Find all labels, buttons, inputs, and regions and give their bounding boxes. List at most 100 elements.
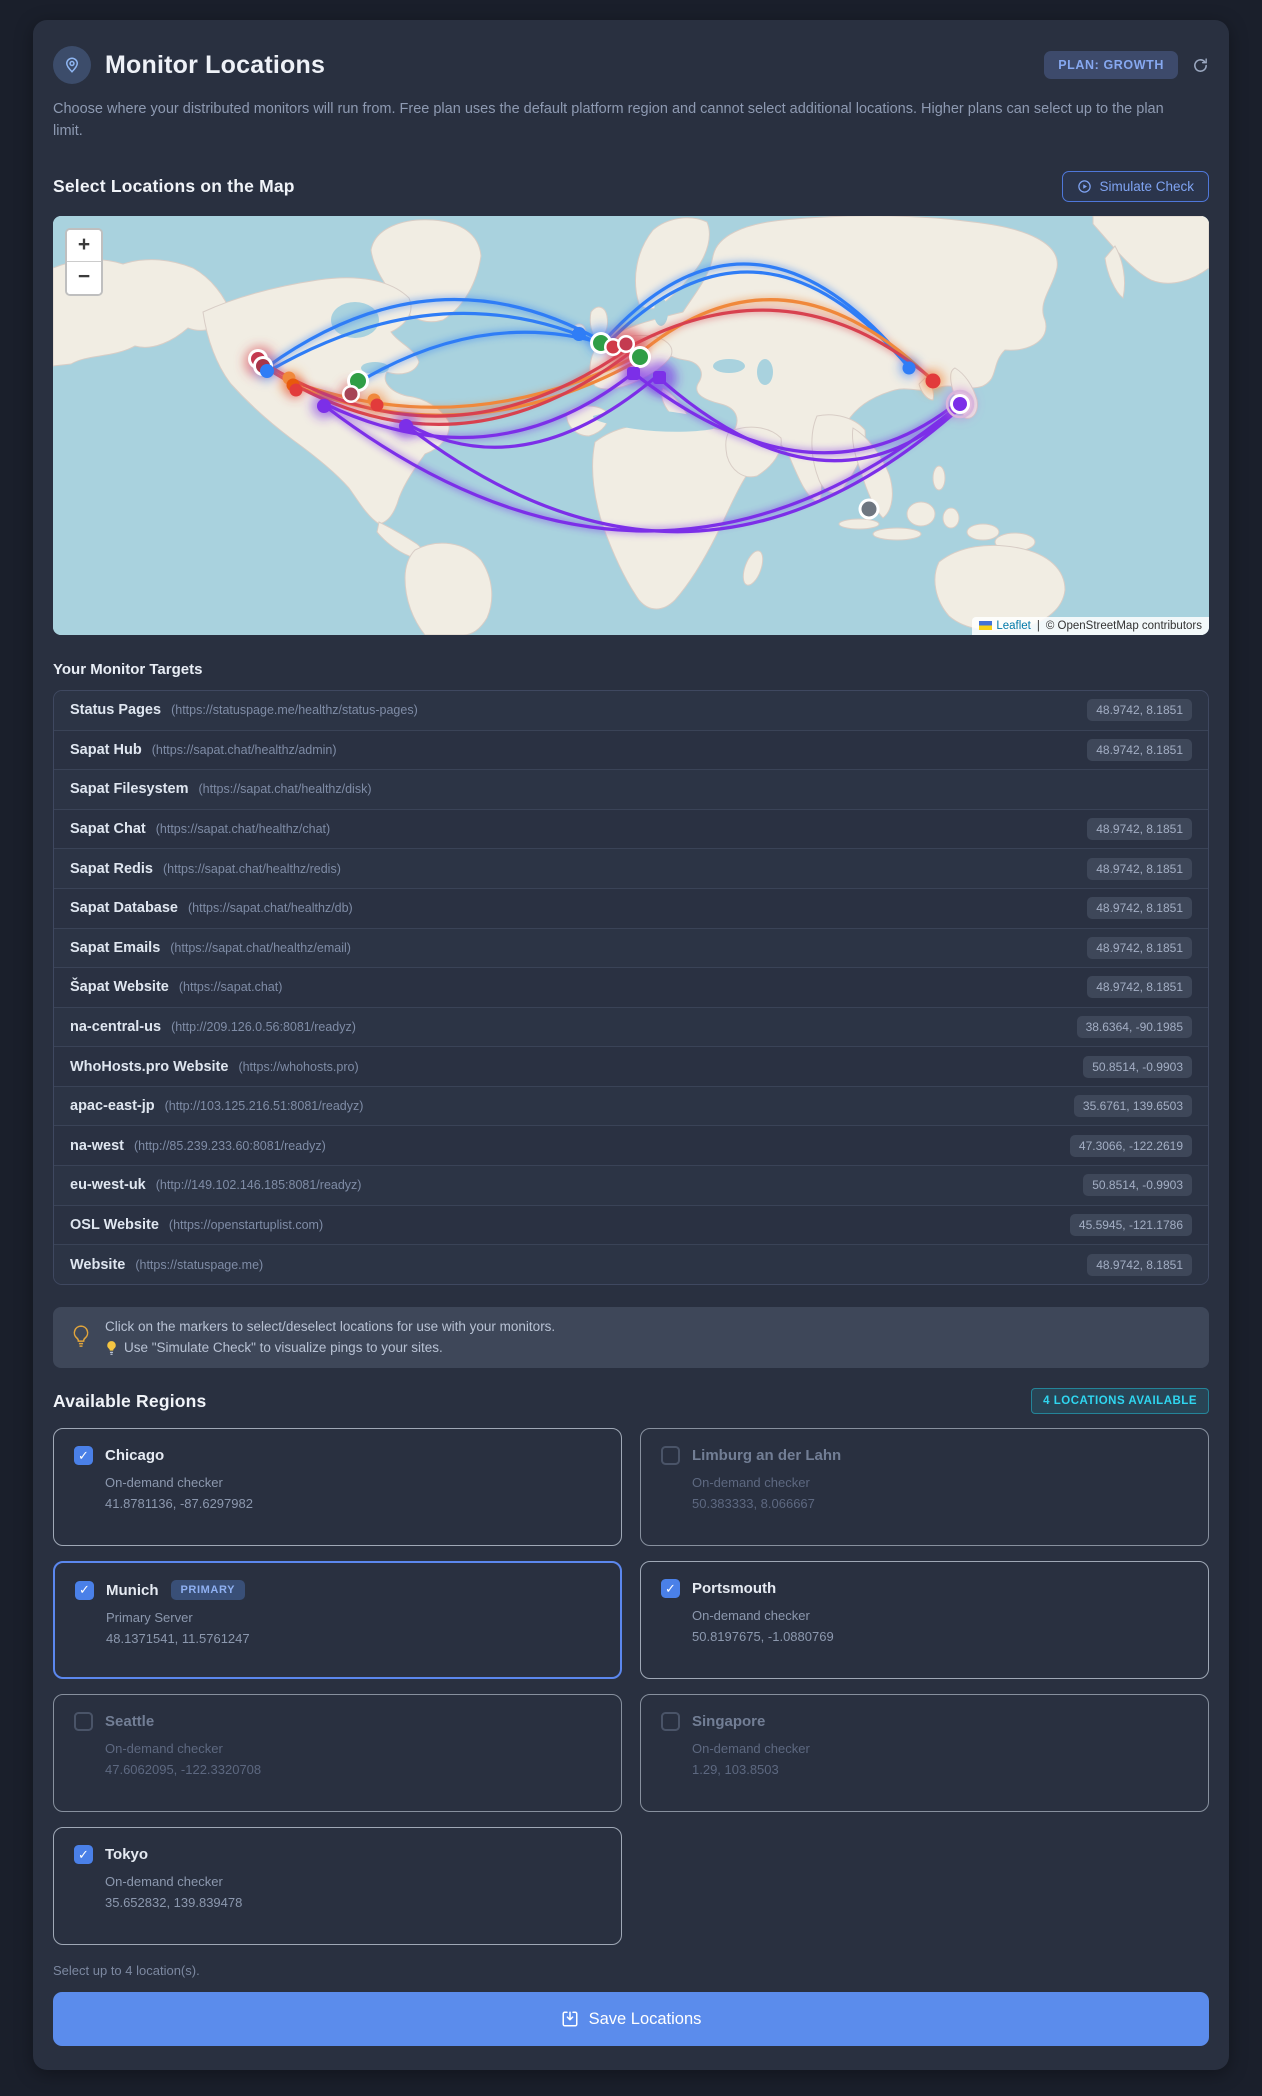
check-icon: ✓ xyxy=(79,1582,90,1598)
marker-dot-red-us1[interactable] xyxy=(289,383,303,397)
target-url: (https://statuspage.me/healthz/status-pa… xyxy=(171,703,418,718)
map-zoom-control: + − xyxy=(65,227,103,296)
target-url: (https://sapat.chat/healthz/chat) xyxy=(155,822,331,837)
target-coords-badge: 48.9742, 8.1851 xyxy=(1087,976,1192,999)
target-url: (https://sapat.chat/healthz/redis) xyxy=(163,861,341,876)
save-locations-button[interactable]: Save Locations xyxy=(53,1992,1209,2047)
check-icon: ✓ xyxy=(665,1580,676,1596)
target-name: na-central-us xyxy=(70,1018,162,1035)
region-card-tokyo[interactable]: ✓ Tokyo On-demand checker 35.652832, 139.… xyxy=(53,1827,622,1946)
target-coords-badge: 48.9742, 8.1851 xyxy=(1087,936,1192,959)
target-name: eu-west-uk xyxy=(70,1177,146,1194)
target-url: (http://103.125.216.51:8081/readyz) xyxy=(164,1099,364,1114)
target-name: apac-east-jp xyxy=(70,1098,155,1115)
table-row: WhoHosts.pro Website (https://whohosts.pr… xyxy=(54,1047,1208,1087)
target-url: (https://openstartuplist.com) xyxy=(168,1217,324,1232)
page-description: Choose where your distributed monitors w… xyxy=(53,101,1164,140)
zoom-in-button[interactable]: + xyxy=(67,229,101,262)
target-coords-badge: 48.9742, 8.1851 xyxy=(1087,1253,1192,1276)
marker-dot-blue-asia[interactable] xyxy=(902,361,916,375)
target-coords-badge: 48.9742, 8.1851 xyxy=(1087,857,1192,880)
target-name: Status Pages xyxy=(70,702,162,719)
marker-dot-purple-eu2[interactable] xyxy=(653,370,666,384)
target-name: Website xyxy=(70,1256,126,1273)
marker-dot-red-us2[interactable] xyxy=(370,398,384,412)
region-card-singapore[interactable]: Singapore On-demand checker 1.29, 103.85… xyxy=(640,1694,1209,1813)
marker-dot-purple-eu1[interactable] xyxy=(627,366,640,380)
target-name: na-west xyxy=(70,1137,124,1154)
table-row: Sapat Redis (https://sapat.chat/healthz/r… xyxy=(54,849,1208,889)
region-card-chicago[interactable]: ✓ Chicago On-demand checker 41.8781136, -… xyxy=(53,1428,622,1547)
leaflet-link[interactable]: Leaflet xyxy=(996,620,1031,632)
header: Monitor Locations PLAN: GROWTH xyxy=(53,46,1209,84)
monitor-locations-card: Monitor Locations PLAN: GROWTH Choose wh… xyxy=(33,20,1229,2071)
table-row: Sapat Emails (https://sapat.chat/healthz/… xyxy=(54,928,1208,969)
tip-line-2: Use "Simulate Check" to visualize pings … xyxy=(105,1337,555,1359)
target-coords-badge: 48.9742, 8.1851 xyxy=(1087,818,1192,841)
region-card-munich[interactable]: ✓ Munich PRIMARY Primary Server 48.1371541… xyxy=(53,1561,622,1680)
checkbox-singapore[interactable] xyxy=(661,1712,680,1732)
page-background: Monitor Locations PLAN: GROWTH Choose wh… xyxy=(0,0,1262,2096)
target-name: Sapat Chat xyxy=(70,821,146,838)
target-url: (https://sapat.chat/healthz/email) xyxy=(170,940,351,955)
marker-singapore[interactable] xyxy=(858,498,880,520)
marker-dot-purple-us2[interactable] xyxy=(399,418,413,433)
target-coords-badge: 48.9742, 8.1851 xyxy=(1087,738,1192,761)
region-card-limburg[interactable]: Limburg an der Lahn On-demand checker 50… xyxy=(640,1428,1209,1547)
table-row: OSL Website (https://openstartuplist.com)… xyxy=(54,1205,1208,1246)
marker-dot-red-korea[interactable] xyxy=(925,373,941,389)
leaflet-flag-icon xyxy=(979,621,993,631)
marker-maroon-us[interactable] xyxy=(342,384,360,403)
regions-grid: ✓ Chicago On-demand checker 41.8781136, -… xyxy=(53,1428,1209,1946)
checkbox-seattle[interactable] xyxy=(74,1712,93,1732)
osm-attribution-link[interactable]: © OpenStreetMap contributors xyxy=(1046,620,1202,632)
regions-header: Available Regions 4 LOCATIONS AVAILABLE xyxy=(53,1388,1209,1415)
targets-heading: Your Monitor Targets xyxy=(53,660,203,678)
table-row: na-west (http://85.239.233.60:8081/readyz… xyxy=(54,1126,1208,1167)
page-title: Monitor Locations xyxy=(105,50,326,79)
checkbox-limburg[interactable] xyxy=(661,1446,680,1466)
tip-text: Click on the markers to select/deselect … xyxy=(105,1316,555,1359)
region-card-seattle[interactable]: Seattle On-demand checker 47.6062095, -1… xyxy=(53,1694,622,1813)
checkbox-tokyo[interactable]: ✓ xyxy=(74,1845,93,1865)
target-coords-badge: 48.9742, 8.1851 xyxy=(1087,897,1192,920)
target-url: (http://209.126.0.56:8081/readyz) xyxy=(171,1019,356,1034)
target-name: Sapat Hub xyxy=(70,741,142,758)
checkbox-munich[interactable]: ✓ xyxy=(75,1580,94,1600)
target-coords-badge: 45.5945, -121.1786 xyxy=(1069,1213,1192,1236)
marker-munich[interactable] xyxy=(629,345,651,368)
marker-tokyo[interactable] xyxy=(945,389,975,419)
target-coords-badge: 50.8514, -0.9903 xyxy=(1083,1055,1192,1078)
marker-dot-blue-us[interactable] xyxy=(260,363,274,378)
target-url: (https://statuspage.me) xyxy=(135,1257,264,1272)
target-name: Sapat Filesystem xyxy=(70,781,189,798)
target-url: (https://whohosts.pro) xyxy=(238,1059,359,1074)
table-row: Website (https://statuspage.me) 48.9742, 8… xyxy=(54,1245,1208,1284)
table-row: apac-east-jp (http://103.125.216.51:8081/… xyxy=(54,1086,1208,1127)
checkbox-portsmouth[interactable]: ✓ xyxy=(661,1579,680,1599)
primary-badge: PRIMARY xyxy=(170,1580,246,1601)
table-row: Šapat Website (https://sapat.chat) 48.9742… xyxy=(54,968,1208,1008)
lightbulb-icon xyxy=(73,1325,89,1348)
region-card-portsmouth[interactable]: ✓ Portsmouth On-demand checker 50.8197675… xyxy=(640,1561,1209,1680)
target-name: Sapat Database xyxy=(70,900,178,917)
marker-dot-blue-uk[interactable] xyxy=(572,326,586,341)
target-url: (https://sapat.chat) xyxy=(178,980,283,995)
target-name: Šapat Website xyxy=(70,979,169,996)
map-section-title: Select Locations on the Map xyxy=(53,175,295,196)
selection-limit-note: Select up to 4 location(s). xyxy=(53,1963,200,1979)
marker-dot-purple-us1[interactable] xyxy=(317,398,331,413)
target-coords-badge: 50.8514, -0.9903 xyxy=(1083,1174,1192,1197)
checkbox-chicago[interactable]: ✓ xyxy=(74,1446,93,1466)
table-row: Sapat Database (https://sapat.chat/health… xyxy=(54,888,1208,929)
simulate-check-button[interactable]: Simulate Check xyxy=(1062,170,1209,202)
save-icon xyxy=(562,2011,578,2027)
zoom-out-button[interactable]: − xyxy=(67,261,101,294)
refresh-icon[interactable] xyxy=(1192,57,1209,74)
table-row: Sapat Filesystem (https://sapat.chat/heal… xyxy=(54,770,1208,810)
target-url: (http://85.239.233.60:8081/readyz) xyxy=(134,1138,326,1153)
world-map[interactable]: + − Leaflet | © OpenStreetMap contributo… xyxy=(53,215,1209,635)
target-url: (https://sapat.chat/healthz/disk) xyxy=(198,782,372,797)
target-name: Sapat Emails xyxy=(70,939,161,956)
target-coords-badge: 47.3066, -122.2619 xyxy=(1069,1134,1192,1157)
